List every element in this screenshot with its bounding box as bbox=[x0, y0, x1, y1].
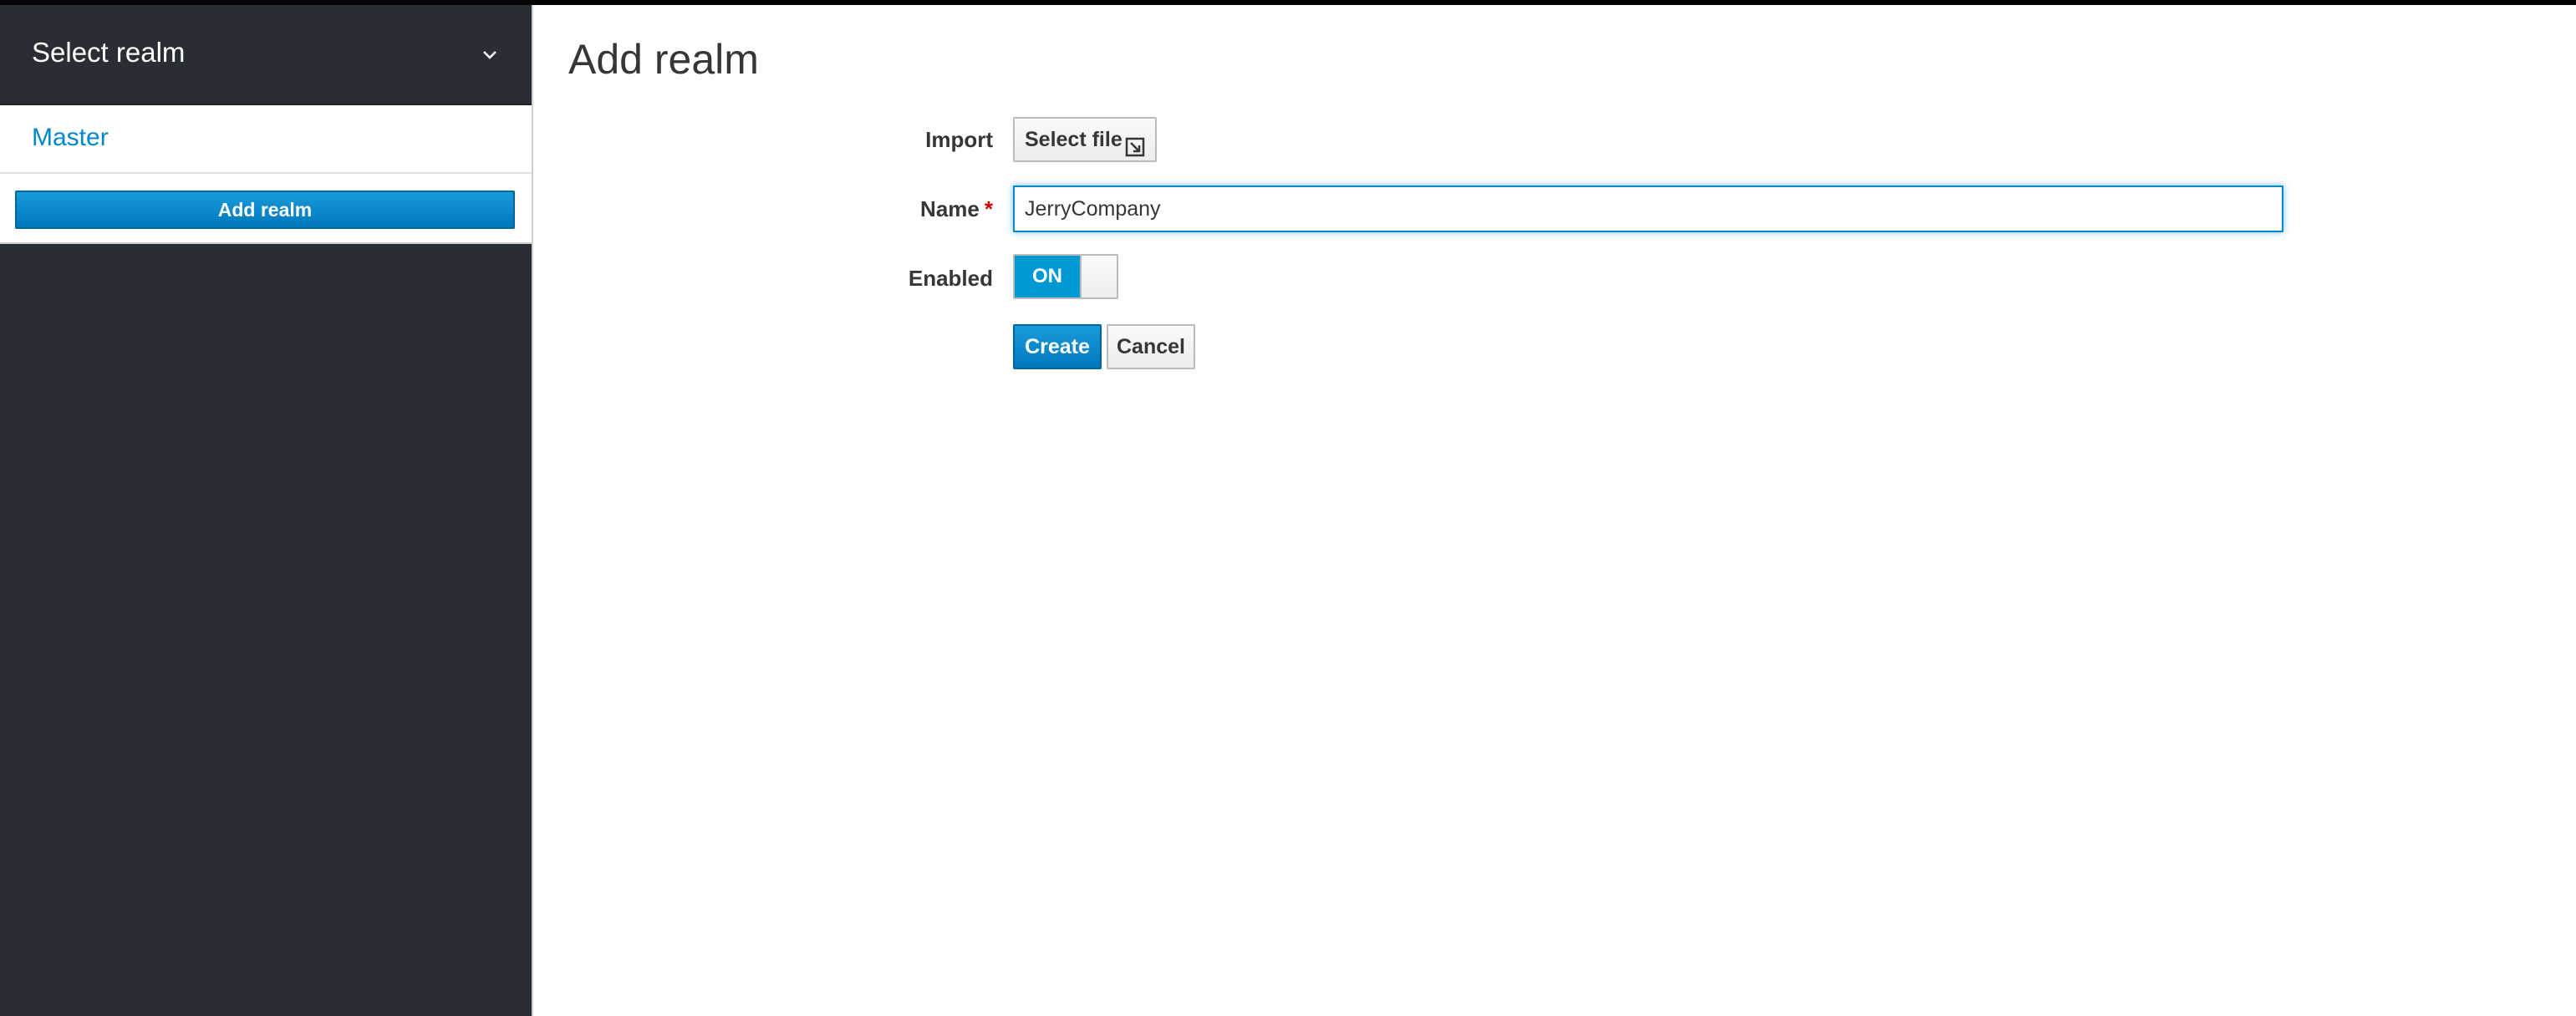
main-content: Add realm Import Select file Name* Enabl… bbox=[532, 5, 2576, 1016]
toggle-handle bbox=[1080, 256, 1117, 297]
chevron-down-icon bbox=[481, 47, 498, 64]
name-label: Name * bbox=[659, 196, 993, 222]
external-link-icon bbox=[1125, 130, 1145, 157]
realm-item-master[interactable]: Master bbox=[0, 105, 532, 174]
enabled-label: Enabled bbox=[659, 266, 993, 292]
sidebar: Select realm Master Add realm bbox=[0, 5, 532, 1016]
cancel-button[interactable]: Cancel bbox=[1107, 324, 1195, 369]
select-file-label: Select file bbox=[1025, 128, 1123, 151]
realm-name-input[interactable] bbox=[1013, 185, 2283, 232]
page-title: Add realm bbox=[568, 36, 759, 83]
toggle-on-label: ON bbox=[1015, 256, 1080, 297]
select-file-button[interactable]: Select file bbox=[1013, 117, 1157, 162]
realm-selector[interactable]: Select realm bbox=[0, 5, 532, 105]
app-root: Select realm Master Add realm Add realm … bbox=[0, 0, 2576, 1016]
enabled-label-text: Enabled bbox=[908, 266, 993, 291]
create-button[interactable]: Create bbox=[1013, 324, 1102, 369]
enabled-toggle[interactable]: ON bbox=[1013, 254, 1118, 299]
name-label-text: Name bbox=[920, 196, 980, 221]
realm-item-label: Master bbox=[32, 124, 109, 151]
realm-dropdown: Master Add realm bbox=[0, 105, 532, 244]
realm-selector-label: Select realm bbox=[32, 37, 186, 68]
required-asterisk: * bbox=[984, 196, 993, 221]
sidebar-add-realm-button[interactable]: Add realm bbox=[15, 190, 515, 229]
import-label-text: Import bbox=[925, 127, 993, 152]
import-label: Import bbox=[659, 127, 993, 153]
